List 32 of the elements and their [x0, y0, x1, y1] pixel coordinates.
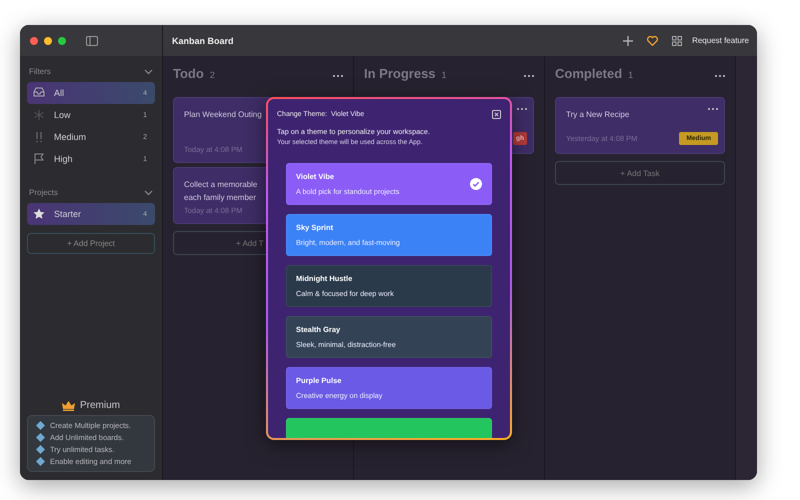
task-title: Plan Weekend Outing [184, 109, 262, 121]
grid-icon [672, 36, 682, 46]
plus-icon [623, 36, 634, 46]
chevron-down-icon [144, 190, 153, 196]
snowflake-icon [33, 109, 45, 121]
star-icon [33, 208, 45, 220]
add-project-button[interactable]: + Add Project [27, 233, 155, 254]
column-count: 2 [210, 70, 215, 80]
heart-icon [647, 36, 658, 46]
close-button[interactable] [30, 36, 38, 44]
window-title: Kanban Board [172, 36, 234, 46]
minimize-button[interactable] [44, 36, 52, 44]
checkmark-icon [470, 178, 482, 190]
task-title: each family member [184, 192, 256, 204]
zoom-button[interactable] [58, 36, 66, 44]
task-title: Try a New Recipe [566, 109, 630, 121]
task-title: Collect a memorable [184, 179, 258, 191]
sidebar-toggle-icon [86, 36, 98, 46]
section-heading: Projects [29, 188, 58, 197]
column-title: Completed [555, 66, 622, 81]
column-count: 1 [442, 70, 447, 80]
flag-icon [33, 153, 45, 165]
column-title: In Progress [364, 66, 436, 81]
column-count: 1 [628, 70, 634, 80]
chevron-down-icon [144, 68, 153, 74]
crown-icon [62, 400, 75, 410]
request-feature-link[interactable]: Request feature [692, 36, 749, 45]
close-icon [492, 110, 501, 118]
premium-title: Premium [80, 400, 120, 411]
column-title: Todo [173, 66, 204, 81]
inbox-icon [33, 87, 45, 99]
section-heading: Filters [29, 67, 51, 76]
